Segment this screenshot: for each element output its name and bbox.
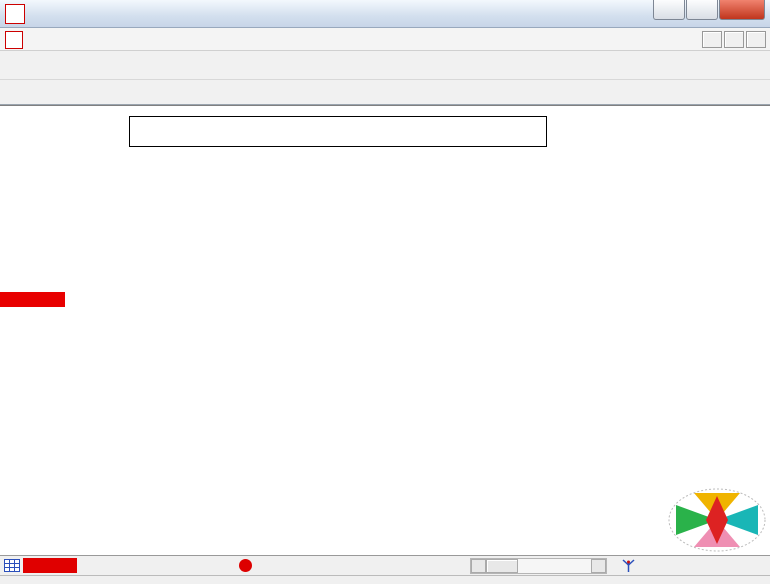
mdi-close-button[interactable] <box>746 31 766 48</box>
chart-canvas[interactable] <box>0 106 770 555</box>
current-price-badge <box>0 292 65 307</box>
mdi-restore-button[interactable] <box>724 31 744 48</box>
menu-bar <box>0 28 770 51</box>
index-name-badge[interactable] <box>23 558 77 573</box>
app-logo-icon <box>5 4 25 24</box>
channel-info-box <box>129 116 547 147</box>
close-button[interactable] <box>719 0 765 20</box>
quote-table-icon[interactable] <box>4 559 20 572</box>
scroll-right-button[interactable] <box>591 559 606 573</box>
application-window <box>0 0 770 584</box>
gann360-logo <box>666 487 768 554</box>
status-bar <box>0 555 770 575</box>
maximize-button[interactable] <box>686 0 718 20</box>
shenzhen-badge-icon[interactable] <box>239 559 252 572</box>
chart-scrollbar[interactable] <box>470 558 607 574</box>
info-bar <box>0 575 770 584</box>
scroll-left-button[interactable] <box>471 559 486 573</box>
app-logo-small-icon <box>5 31 23 49</box>
toolbar-main <box>0 51 770 80</box>
mdi-minimize-button[interactable] <box>702 31 722 48</box>
title-bar <box>0 0 770 28</box>
scrollbar-thumb[interactable] <box>486 559 518 573</box>
minimize-button[interactable] <box>653 0 685 20</box>
toolbar-draw <box>0 80 770 105</box>
signal-icon <box>622 559 635 572</box>
chart-area <box>0 105 770 555</box>
